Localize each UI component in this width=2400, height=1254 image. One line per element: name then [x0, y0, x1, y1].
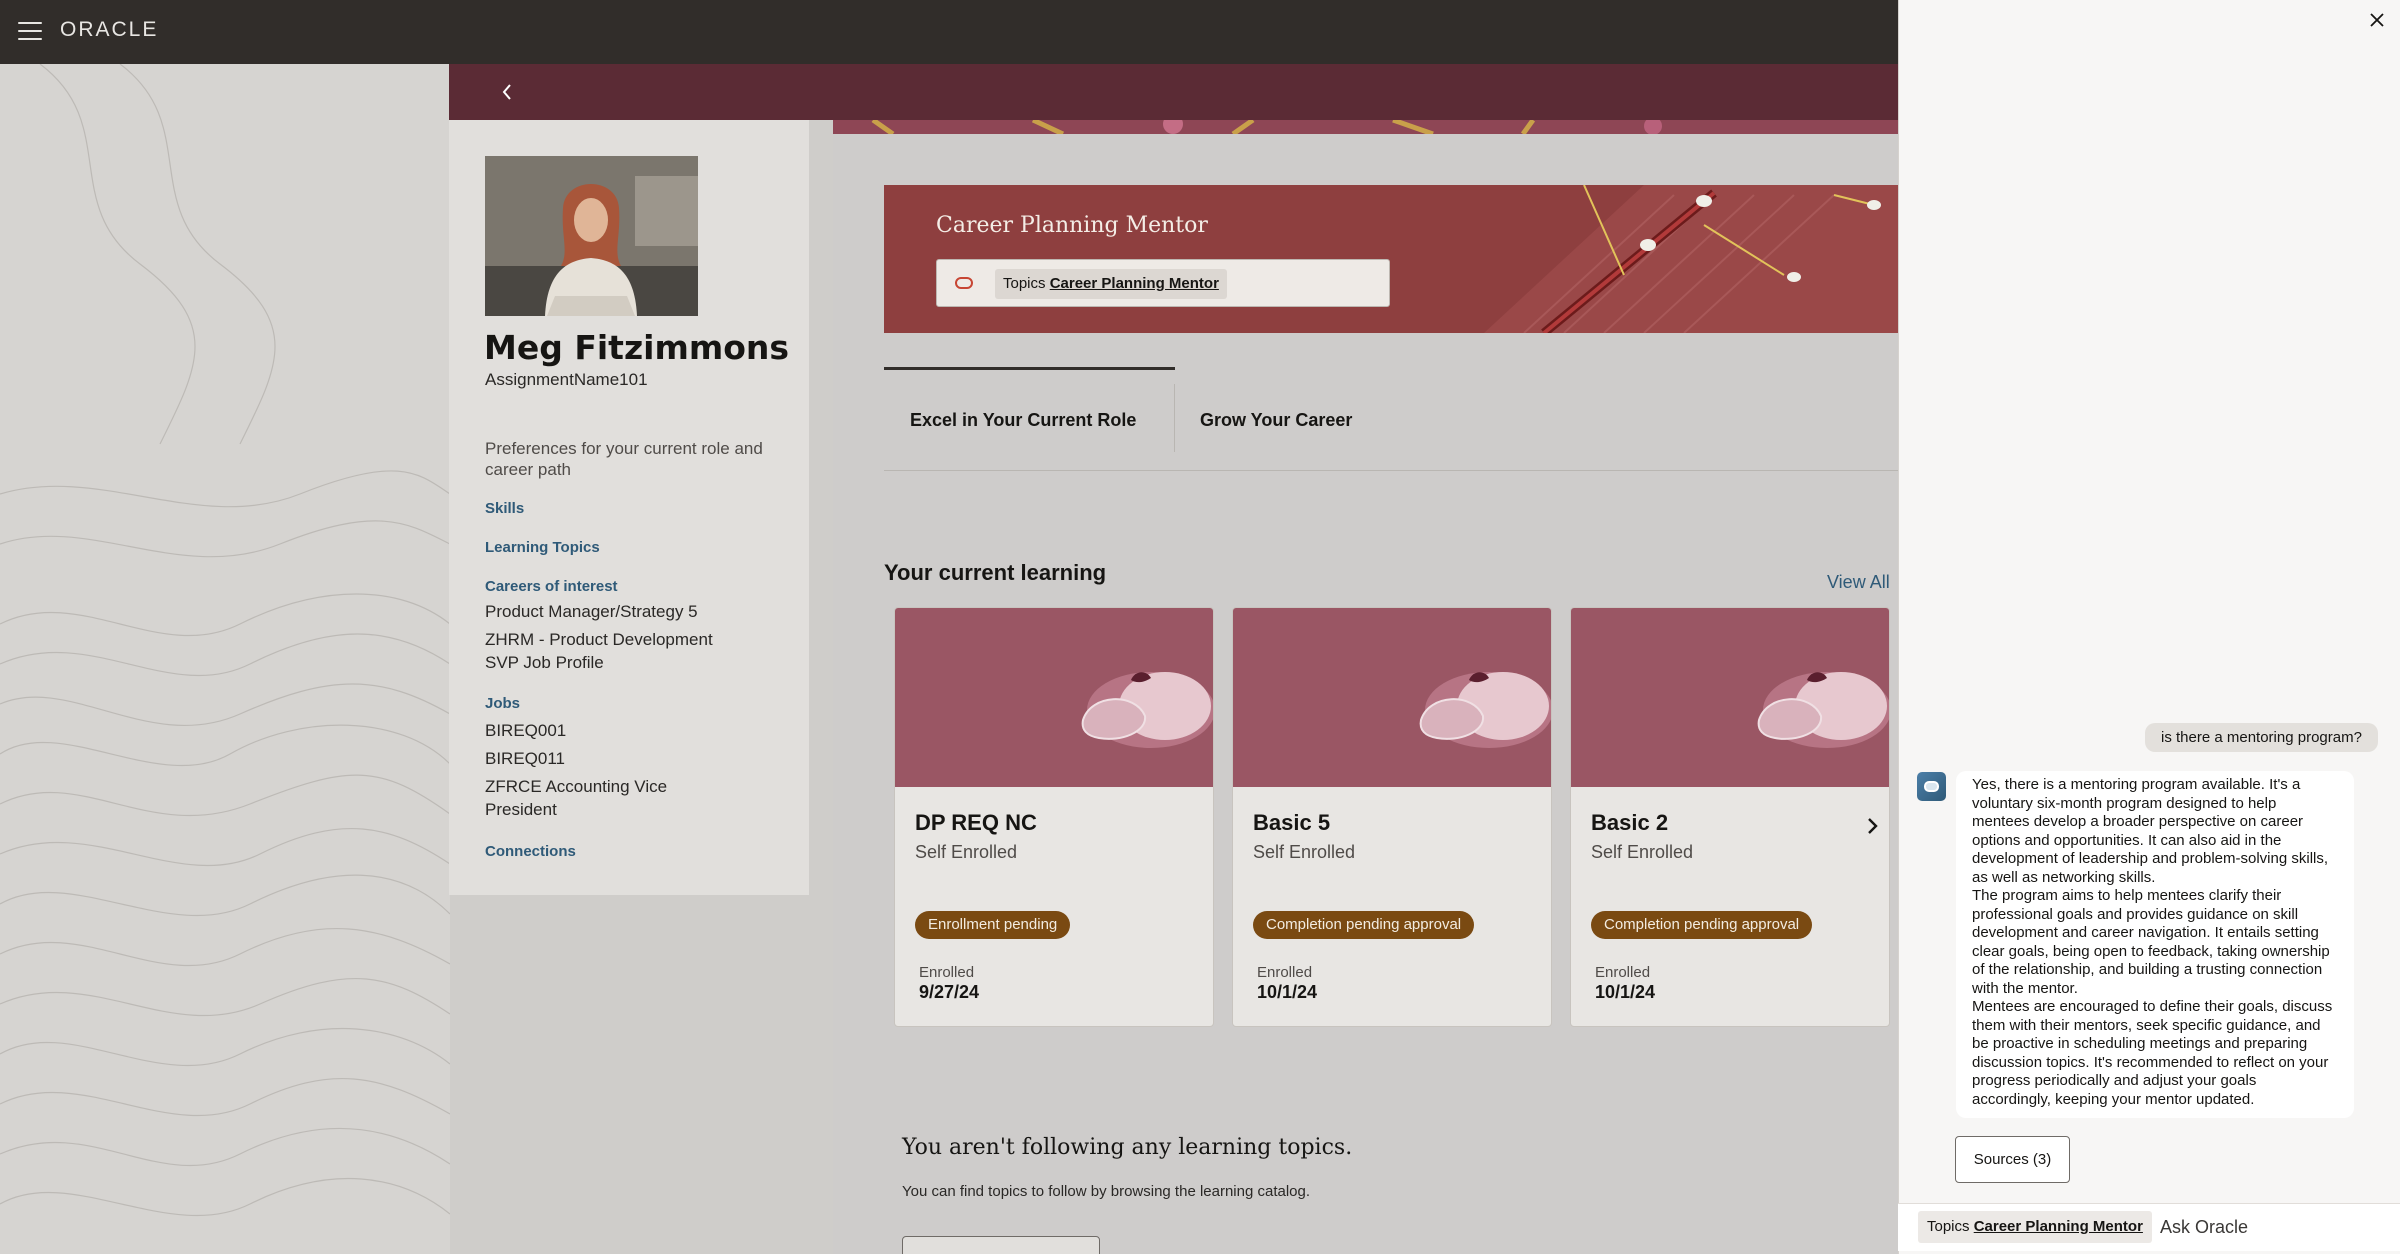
- enrolled-date: 10/1/24: [1257, 982, 1318, 1002]
- card-subtitle: Self Enrolled: [1253, 842, 1356, 862]
- card-subtitle: Self Enrolled: [1591, 842, 1694, 862]
- career-item: Product Manager/Strategy 5: [485, 602, 698, 621]
- topic-chip-name: Career Planning Mentor: [1049, 275, 1219, 292]
- following-empty-title: You aren't following any learning topics…: [902, 1135, 1353, 1160]
- apple-illustration: [895, 608, 1213, 787]
- connections-link[interactable]: Connections: [485, 843, 576, 860]
- careers-of-interest-link[interactable]: Careers of interest: [485, 578, 618, 595]
- assignment-name: AssignmentName101: [485, 370, 648, 389]
- profile-photo: [485, 156, 698, 316]
- job-item: BIREQ011: [485, 749, 566, 768]
- view-all-link[interactable]: View All: [1827, 572, 1890, 593]
- learning-topics-link[interactable]: Learning Topics: [485, 539, 600, 556]
- status-badge: Completion pending approval: [1253, 911, 1475, 939]
- topic-chip-prefix: Topics: [1003, 275, 1046, 292]
- skills-link[interactable]: Skills: [485, 500, 524, 517]
- card-title: Basic 2: [1591, 810, 1669, 835]
- apple-illustration: [1571, 608, 1889, 787]
- jobs-link[interactable]: Jobs: [485, 695, 520, 712]
- tab-grow-your-career[interactable]: Grow Your Career: [1200, 410, 1352, 431]
- job-item: BIREQ001: [485, 721, 567, 740]
- hero-title: Career Planning Mentor: [936, 213, 1208, 238]
- preferences-text: Preferences for your current role and ca…: [485, 439, 763, 479]
- enrolled-label: Enrolled: [1595, 964, 1651, 981]
- card-subtitle: Self Enrolled: [915, 842, 1018, 862]
- browse-catalog-button[interactable]: [902, 1236, 1100, 1254]
- user-message: is there a mentoring program?: [2145, 723, 2378, 752]
- tab-excel-current-role[interactable]: Excel in Your Current Role: [910, 410, 1136, 431]
- reply-paragraph: Yes, there is a mentoring program availa…: [1972, 776, 2329, 886]
- assistant-avatar-icon: [1917, 772, 1946, 801]
- enrolled-date: 9/27/24: [919, 982, 980, 1002]
- chevron-left-icon[interactable]: [498, 80, 516, 104]
- assistant-topic-chip[interactable]: Topics Career Planning Mentor: [1918, 1211, 2152, 1243]
- topic-chip-name: Career Planning Mentor: [1973, 1218, 2143, 1235]
- topic-chip[interactable]: Topics Career Planning Mentor: [995, 269, 1227, 299]
- status-badge: Enrollment pending: [915, 911, 1071, 939]
- assistant-reply: Yes, there is a mentoring program availa…: [1956, 771, 2354, 1118]
- job-item: ZFRCE Accounting Vice President: [485, 777, 668, 819]
- header-strip: [449, 64, 1898, 120]
- learning-card[interactable]: Basic 5 Self Enrolled Completion pending…: [1232, 607, 1552, 1027]
- sources-button[interactable]: Sources (3): [1955, 1136, 2070, 1183]
- enrolled-label: Enrolled: [1257, 964, 1313, 981]
- career-mentor-hero: Career Planning Mentor Topics Career Pla…: [884, 185, 1898, 333]
- card-title: Basic 5: [1253, 810, 1331, 835]
- topic-search-field[interactable]: Topics Career Planning Mentor: [936, 259, 1390, 307]
- banner-pattern-strip: [833, 114, 1898, 137]
- card-title: DP REQ NC: [915, 810, 1037, 835]
- chevron-right-icon[interactable]: [1865, 816, 1879, 836]
- enrolled-date: 10/1/24: [1595, 982, 1656, 1002]
- ask-oracle-input[interactable]: [2160, 1212, 2380, 1242]
- profile-panel: Meg Fitzimmons AssignmentName101 Prefere…: [449, 120, 809, 895]
- background-pattern: [0, 64, 450, 1254]
- oracle-logo[interactable]: ORACLE: [60, 18, 158, 42]
- following-empty-subtitle: You can find topics to follow by browsin…: [902, 1183, 1311, 1200]
- topic-chip-prefix: Topics: [1927, 1218, 1970, 1235]
- current-learning-title: Your current learning: [884, 560, 1107, 585]
- tabs-underline: [884, 470, 1898, 471]
- top-bar: ORACLE: [0, 0, 1898, 64]
- enrolled-label: Enrolled: [919, 964, 975, 981]
- career-item: ZHRM - Product Development SVP Job Profi…: [485, 630, 713, 672]
- status-badge: Completion pending approval: [1591, 911, 1813, 939]
- learning-card[interactable]: DP REQ NC Self Enrolled Enrollment pendi…: [894, 607, 1214, 1027]
- tab-divider: [1174, 384, 1175, 452]
- reply-paragraph: Mentees are encouraged to define their g…: [1972, 998, 2333, 1108]
- apple-illustration: [1233, 608, 1551, 787]
- oracle-o-icon: [955, 277, 973, 289]
- learning-card[interactable]: Basic 2 Self Enrolled Completion pending…: [1570, 607, 1890, 1027]
- profile-name: Meg Fitzimmons: [484, 328, 790, 367]
- close-icon[interactable]: [2369, 12, 2385, 28]
- menu-icon[interactable]: [18, 22, 42, 40]
- tab-active-indicator: [884, 367, 1175, 370]
- reply-paragraph: The program aims to help mentees clarify…: [1972, 887, 2330, 997]
